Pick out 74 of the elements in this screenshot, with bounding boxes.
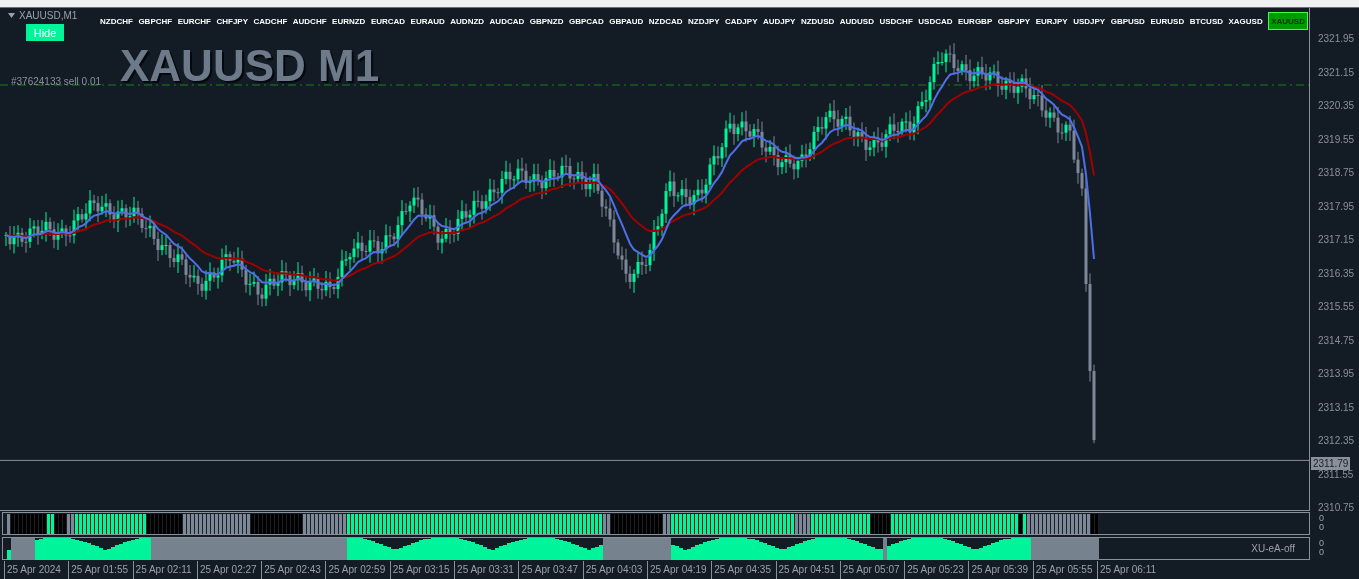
price-tick-label: 2313.15	[1317, 401, 1355, 413]
time-tick-label: 25 Apr 2024	[4, 561, 69, 579]
symbol-button[interactable]: NZDCHF	[100, 12, 133, 30]
symbol-button[interactable]: EURCHF	[177, 12, 211, 30]
price-tick-label: 2313.95	[1317, 368, 1355, 379]
symbol-button[interactable]: GBPCAD	[569, 12, 604, 30]
price-tick-label: 2316.35	[1317, 267, 1355, 279]
time-tick-label: 25 Apr 04:03	[582, 561, 647, 579]
price-tick-label: 2315.55	[1317, 301, 1355, 312]
price-tick-label: 2311.55	[1317, 468, 1354, 480]
symbol-button[interactable]: USDJPY	[1073, 12, 1106, 30]
symbol-button[interactable]: EURGBP	[958, 12, 993, 30]
time-tick-label: 25 Apr 05:07	[839, 561, 905, 579]
window-title: XAUUSD,M1	[19, 10, 78, 21]
price-tick-label: 2321.15	[1317, 66, 1355, 78]
time-tick-label: 25 Apr 04:19	[646, 561, 712, 579]
symbol-button[interactable]: GBPUSD	[1110, 12, 1145, 30]
time-tick-label: 25 Apr 06:11	[1097, 561, 1162, 579]
symbol-button[interactable]: AUDUSD	[839, 12, 874, 30]
time-tick-label: 25 Apr 03:31	[454, 561, 519, 579]
symbol-button[interactable]: AUDCAD	[489, 12, 525, 30]
price-tick-label: 2317.95	[1317, 200, 1355, 212]
symbol-button[interactable]: NZDUSD	[800, 12, 835, 30]
time-tick-label: 25 Apr 02:11	[132, 561, 197, 579]
time-tick-label: 25 Apr 03:47	[518, 561, 583, 579]
symbol-button[interactable]: CADCHF	[253, 12, 288, 30]
price-tick-label: 2321.95	[1317, 33, 1355, 44]
price-tick-label: 2314.75	[1317, 334, 1355, 346]
symbol-button[interactable]: BTCUSD	[1189, 12, 1223, 30]
order-label: #37624133 sell 0.01	[11, 76, 102, 87]
time-tick-label: 25 Apr 02:59	[325, 561, 390, 579]
symbol-button[interactable]: EURUSD	[1150, 12, 1185, 30]
symbol-button[interactable]: XAUUSD	[1268, 12, 1308, 30]
chart-title: XAUUSD M1	[120, 41, 380, 91]
price-tick-label: 2317.15	[1317, 234, 1355, 245]
time-tick-label: 25 Apr 04:51	[775, 561, 840, 579]
price-tick-label: 2319.55	[1317, 133, 1355, 145]
time-tick-label: 25 Apr 03:15	[389, 561, 455, 579]
time-tick-label: 25 Apr 05:55	[1032, 561, 1098, 579]
symbol-button[interactable]: XAGUSD	[1228, 12, 1263, 30]
symbol-button[interactable]: GBPNZD	[529, 12, 564, 30]
symbol-button[interactable]: NZDJPY	[688, 12, 720, 30]
symbol-button[interactable]: AUDNZD	[450, 12, 485, 30]
time-tick-label: 25 Apr 02:27	[196, 561, 262, 579]
time-tick-label: 25 Apr 05:39	[968, 561, 1033, 579]
symbol-button[interactable]: USDCAD	[918, 12, 953, 30]
time-tick-label: 25 Apr 02:43	[261, 561, 326, 579]
price-tick-label: 2318.75	[1317, 167, 1355, 178]
symbol-button[interactable]: GBPAUD	[609, 12, 644, 30]
symbol-button[interactable]: GBPCHF	[138, 12, 173, 30]
dropdown-icon[interactable]	[8, 13, 15, 18]
current-price-label: 2311.79	[1311, 457, 1351, 471]
symbol-button[interactable]: AUDJPY	[762, 12, 796, 30]
time-tick-label: 25 Apr 04:35	[711, 561, 776, 579]
symbol-button[interactable]: EURAUD	[410, 12, 445, 30]
price-tick-label: 2320.35	[1317, 100, 1355, 111]
scale-label: 0	[1319, 548, 1325, 557]
indicator-label: XU-eA-off	[1251, 543, 1295, 554]
symbol-button[interactable]: USDCHF	[879, 12, 913, 30]
symbol-button[interactable]: EURNZD	[332, 12, 366, 30]
scale-label: 0	[1319, 523, 1325, 532]
symbol-button[interactable]: GBPJPY	[997, 12, 1031, 30]
price-tick-label: 2310.75	[1317, 502, 1355, 513]
time-tick-label: 25 Apr 01:55	[68, 561, 133, 579]
symbol-button[interactable]: NZDCAD	[648, 12, 683, 30]
scale-label: 0	[1319, 539, 1325, 548]
scale-label: 0	[1319, 514, 1325, 523]
symbol-button[interactable]: EURJPY	[1035, 12, 1068, 30]
symbol-button[interactable]: CADJPY	[725, 12, 758, 30]
symbol-button[interactable]: EURCAD	[370, 12, 406, 30]
price-tick-label: 2312.35	[1317, 435, 1355, 446]
symbol-button[interactable]: CHFJPY	[216, 12, 249, 30]
time-tick-label: 25 Apr 05:23	[904, 561, 969, 579]
symbol-button[interactable]: AUDCHF	[292, 12, 327, 30]
